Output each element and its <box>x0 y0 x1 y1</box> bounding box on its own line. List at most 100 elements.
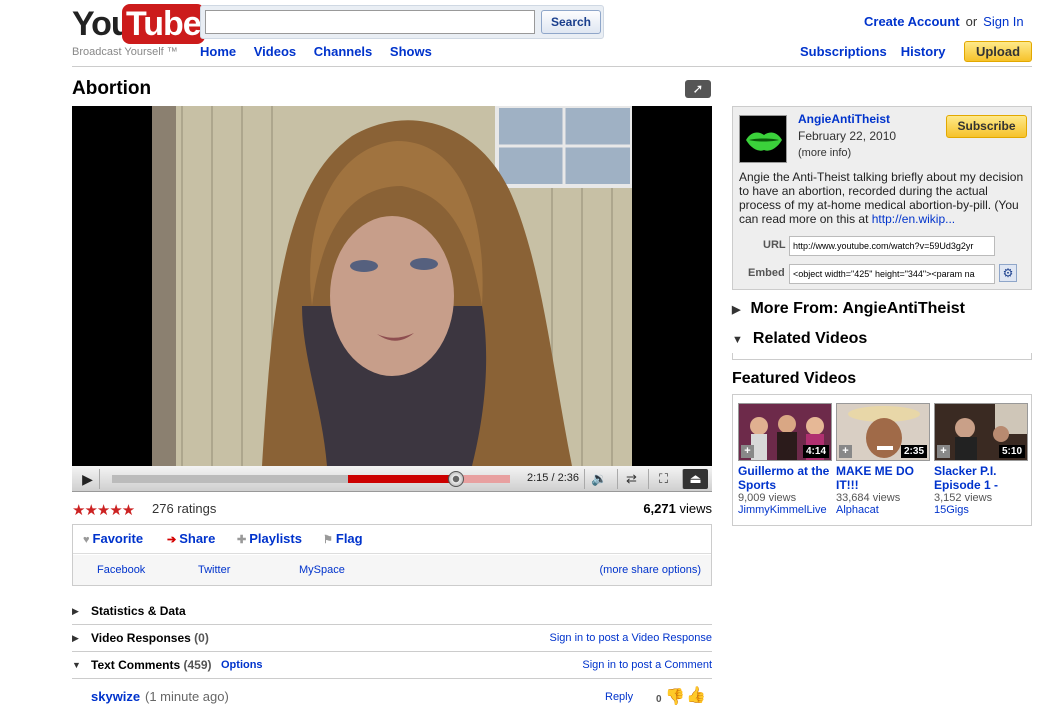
player-controls: ▶ 2:15 / 2:36 🔉 ⇄ ⛶ ⏏ <box>72 466 712 492</box>
video-duration: 5:10 <box>998 445 1025 458</box>
create-account-link[interactable]: Create Account <box>864 14 960 29</box>
featured-video-user[interactable]: JimmyKimmelLive <box>738 504 832 516</box>
featured-video-title[interactable]: Guillermo at the Sports <box>738 464 832 492</box>
featured-video-title[interactable]: Slacker P.I. Episode 1 - <box>934 464 1028 492</box>
favorite-label: Favorite <box>92 531 144 546</box>
nav-channels[interactable]: Channels <box>314 44 373 59</box>
view-count-label: views <box>679 501 712 516</box>
featured-video-user[interactable]: 15Gigs <box>934 504 1028 516</box>
progress-played <box>348 475 456 483</box>
time-display: 2:15 / 2:36 <box>527 472 579 484</box>
comment-author-link[interactable]: skywize <box>91 689 140 704</box>
featured-video-item[interactable]: + 4:14 Guillermo at the Sports 9,009 vie… <box>738 403 832 516</box>
search-button[interactable]: Search <box>541 10 601 34</box>
popout-button[interactable]: ➚ <box>685 80 711 98</box>
featured-video-user[interactable]: Alphacat <box>836 504 930 516</box>
add-to-queue-icon[interactable]: + <box>839 445 852 458</box>
share-myspace-link[interactable]: MySpace <box>299 564 345 576</box>
player-size-button[interactable]: ⏏ <box>682 469 708 489</box>
share-twitter-link[interactable]: Twitter <box>198 564 230 576</box>
favorite-button[interactable]: ♥ Favorite <box>83 531 143 546</box>
share-label: Share <box>179 531 216 546</box>
more-from-section[interactable]: ▶ More From: AngieAntiTheist <box>732 300 1032 318</box>
post-comment-link[interactable]: Sign in to post a Comment <box>582 659 712 671</box>
featured-video-title[interactable]: MAKE ME DO IT!!! <box>836 464 930 492</box>
text-comments-section[interactable]: ▼ Text Comments (459) Options Sign in to… <box>72 653 712 679</box>
video-title: Abortion <box>72 78 152 99</box>
video-thumbnail[interactable]: + 5:10 <box>934 403 1028 461</box>
featured-video-item[interactable]: + 2:35 MAKE ME DO IT!!! 33,684 views Alp… <box>836 403 930 516</box>
nav-shows[interactable]: Shows <box>390 44 432 59</box>
search-bar: Search <box>200 5 604 39</box>
comment-options-link[interactable]: Options <box>221 659 263 671</box>
progress-loaded <box>112 475 348 483</box>
post-video-response-link[interactable]: Sign in to post a Video Response <box>550 632 712 644</box>
video-still-image <box>152 106 632 466</box>
description-link[interactable]: http://en.wikip... <box>872 212 955 226</box>
subscriptions-link[interactable]: Subscriptions <box>800 44 887 59</box>
url-label: URL <box>763 239 786 251</box>
popout-arrow-icon: ➚ <box>692 81 704 96</box>
related-videos-section[interactable]: ▼ Related Videos <box>732 330 1032 348</box>
share-facebook-link[interactable]: Facebook <box>97 564 145 576</box>
related-videos-panel <box>732 353 1032 360</box>
thumbs-up-icon[interactable]: 👍 <box>686 685 706 705</box>
playlists-button[interactable]: ✚ Playlists <box>237 531 302 546</box>
triangle-right-icon: ▶ <box>72 606 79 616</box>
sign-in-link[interactable]: Sign In <box>983 14 1023 29</box>
gear-icon: ⚙ <box>1002 266 1014 280</box>
embed-field[interactable]: <object width="425" height="344"><param … <box>789 264 995 284</box>
popout-player-button[interactable]: ⇄ <box>617 469 645 489</box>
video-thumbnail[interactable]: + 2:35 <box>836 403 930 461</box>
embed-settings-button[interactable]: ⚙ <box>999 264 1017 282</box>
video-description: Angie the Anti-Theist talking briefly ab… <box>739 170 1029 226</box>
more-info-link[interactable]: (more info) <box>798 147 851 159</box>
lips-icon <box>740 116 786 162</box>
star-rating[interactable]: ★★★★★ <box>72 501 135 519</box>
video-responses-section[interactable]: ▶ Video Responses (0) Sign in to post a … <box>72 626 712 652</box>
text-comments-text: Text Comments <box>91 658 181 672</box>
triangle-right-icon: ▶ <box>732 304 741 316</box>
video-player[interactable] <box>72 106 712 466</box>
plus-icon: ✚ <box>237 534 247 546</box>
flag-label: Flag <box>335 531 363 546</box>
scrub-handle[interactable] <box>448 471 464 487</box>
add-to-queue-icon[interactable]: + <box>937 445 950 458</box>
fullscreen-button[interactable]: ⛶ <box>648 469 678 489</box>
action-bar-top: ♥ Favorite ➔ Share ✚ Playlists ⚑ Flag <box>73 525 711 554</box>
user-nav: Subscriptions History <box>800 44 959 59</box>
play-button[interactable]: ▶ <box>76 469 100 489</box>
volume-button[interactable]: 🔉 <box>584 469 614 489</box>
uploader-name-link[interactable]: AngieAntiTheist <box>798 112 890 126</box>
uploader-avatar[interactable] <box>739 115 787 163</box>
heart-icon: ♥ <box>83 534 90 546</box>
search-input[interactable] <box>205 10 535 34</box>
subscribe-button[interactable]: Subscribe <box>946 115 1027 138</box>
statistics-section[interactable]: ▶ Statistics & Data <box>72 599 712 625</box>
featured-video-views: 9,009 views <box>738 492 797 504</box>
comment-timestamp: (1 minute ago) <box>145 689 229 704</box>
video-duration: 4:14 <box>802 445 829 458</box>
featured-videos-heading: Featured Videos <box>732 370 857 387</box>
embed-label: Embed <box>748 267 785 279</box>
more-share-options-link[interactable]: (more share options) <box>600 564 702 576</box>
nav-videos[interactable]: Videos <box>254 44 296 59</box>
nav-home[interactable]: Home <box>200 44 236 59</box>
flag-button[interactable]: ⚑ Flag <box>323 531 363 546</box>
progress-bar[interactable] <box>112 471 510 487</box>
thumbs-down-icon[interactable]: 👎 <box>665 687 685 707</box>
add-to-queue-icon[interactable]: + <box>741 445 754 458</box>
progress-buffered <box>456 475 510 483</box>
upload-button[interactable]: Upload <box>964 41 1032 62</box>
header-divider <box>72 66 1032 67</box>
featured-video-item[interactable]: + 5:10 Slacker P.I. Episode 1 - 3,152 vi… <box>934 403 1028 516</box>
logo-tube-text: Tube <box>122 4 205 44</box>
video-frame <box>152 106 632 466</box>
history-link[interactable]: History <box>901 44 946 59</box>
share-button[interactable]: ➔ Share <box>167 531 215 546</box>
video-thumbnail[interactable]: + 4:14 <box>738 403 832 461</box>
youtube-logo[interactable]: You Tube Broadcast Yourself ™ <box>72 4 205 60</box>
featured-video-views: 3,152 views <box>934 492 993 504</box>
reply-link[interactable]: Reply <box>605 691 633 703</box>
url-field[interactable]: http://www.youtube.com/watch?v=59Ud3g2yr <box>789 236 995 256</box>
